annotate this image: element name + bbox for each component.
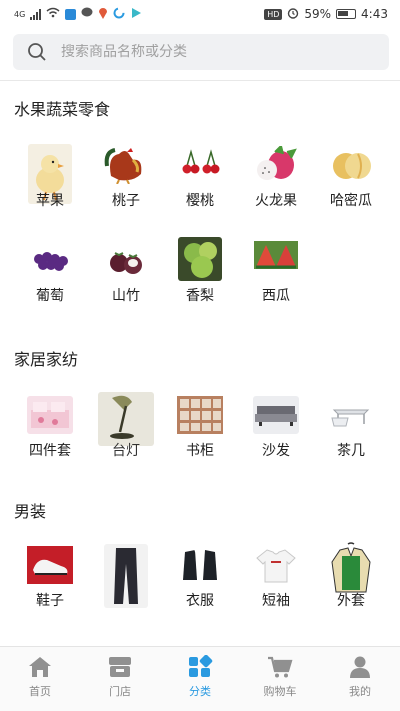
category-label: 裤子: [88, 590, 164, 610]
tab-label: 首页: [29, 685, 51, 698]
section-title-home: 家居家纺: [14, 350, 79, 369]
cart-icon: [268, 656, 293, 678]
category-label: 葡萄: [36, 288, 64, 304]
status-left: 4G: [14, 7, 142, 22]
category-label: 香梨: [186, 288, 214, 304]
category-item[interactable]: 哈密瓜: [313, 146, 389, 226]
tab-label: 我的: [349, 685, 371, 698]
message-icon: [81, 7, 93, 21]
mangosteen-image: [103, 241, 149, 279]
category-item[interactable]: 衣服: [162, 546, 238, 626]
category-item[interactable]: 苹果: [12, 144, 88, 226]
category-label: 桃子: [112, 193, 140, 209]
bedding-image: [27, 396, 73, 434]
tab-label: 门店: [109, 685, 131, 698]
grape-image: [27, 241, 73, 279]
category-item[interactable]: 西瓜: [238, 241, 314, 321]
suit-image: [177, 546, 223, 584]
watermelon-image: [254, 241, 298, 269]
clock: 4:43: [361, 7, 388, 21]
section-title-fruits: 水果蔬菜零食: [14, 100, 111, 119]
category-label: 书柜: [186, 443, 214, 459]
category-item[interactable]: 桃子: [88, 146, 164, 226]
category-item[interactable]: 短袖: [238, 546, 314, 626]
network-label: 4G: [14, 9, 26, 19]
bottom-tab-bar: 首页 门店 分类 购物车 我的: [0, 646, 400, 711]
category-item[interactable]: 书柜: [162, 396, 238, 476]
tab-cart[interactable]: 购物车: [240, 647, 320, 711]
category-label: 台灯: [112, 443, 140, 459]
category-item[interactable]: 山竹: [88, 241, 164, 321]
tab-label: 分类: [189, 685, 211, 698]
app-notification-icon: [65, 8, 77, 20]
lamp-image: [98, 392, 154, 446]
search-bar[interactable]: [13, 34, 389, 70]
category-item[interactable]: 外套: [313, 542, 389, 626]
shoe-image: [27, 546, 73, 584]
melon-image: [328, 146, 374, 184]
category-label: 短袖: [262, 593, 290, 609]
play-icon: [130, 7, 142, 22]
category-list[interactable]: 水果蔬菜零食 苹果 桃子 樱桃 火龙果 哈密瓜 葡萄 山竹 香梨 西瓜 家居家纺…: [0, 81, 400, 646]
profile-icon: [350, 656, 370, 678]
dragonfruit-image: [253, 144, 299, 184]
category-label: 苹果: [36, 193, 64, 209]
tab-category[interactable]: 分类: [160, 647, 240, 711]
category-item[interactable]: 台灯: [88, 392, 164, 476]
status-bar: 4G HD 59% 4:43: [0, 0, 400, 28]
search-icon: [28, 43, 46, 61]
bookcase-image: [177, 396, 223, 434]
alarm-icon: [287, 7, 299, 22]
tab-home[interactable]: 首页: [0, 647, 80, 711]
sofa-image: [253, 396, 299, 434]
category-label: 茶几: [337, 443, 365, 459]
pear-image: [178, 237, 222, 281]
category-label: 山竹: [112, 288, 140, 304]
store-icon: [109, 657, 131, 677]
tab-store[interactable]: 门店: [80, 647, 160, 711]
category-label: 西瓜: [262, 288, 290, 304]
category-item[interactable]: 葡萄: [12, 241, 88, 321]
category-item[interactable]: 茶几: [313, 396, 389, 476]
category-item[interactable]: 火龙果: [238, 144, 314, 226]
section-title-menswear: 男装: [14, 502, 47, 521]
tab-profile[interactable]: 我的: [320, 647, 400, 711]
home-icon: [29, 657, 51, 677]
category-label: 衣服: [186, 593, 214, 609]
battery-icon: [336, 9, 357, 19]
category-item[interactable]: 香梨: [162, 237, 238, 321]
search-input[interactable]: [61, 44, 361, 60]
battery-percent: 59%: [304, 7, 332, 21]
location-icon: [98, 7, 108, 22]
category-item[interactable]: 四件套: [12, 396, 88, 476]
category-label: 四件套: [29, 443, 71, 459]
category-label: 鞋子: [36, 593, 64, 609]
category-label: 外套: [337, 593, 365, 609]
tab-label: 购物车: [263, 685, 297, 698]
category-label: 沙发: [262, 443, 290, 459]
rooster-image: [103, 146, 149, 185]
category-item[interactable]: 鞋子: [12, 546, 88, 626]
wifi-icon: [46, 7, 60, 21]
hd-badge: HD: [264, 8, 283, 20]
tshirt-image: [253, 546, 299, 584]
category-item[interactable]: 裤子: [88, 544, 164, 626]
signal-icon: [30, 8, 42, 20]
category-label: 樱桃: [186, 193, 214, 209]
category-label: 哈密瓜: [330, 193, 372, 209]
category-item[interactable]: 樱桃: [162, 146, 238, 226]
status-right: HD 59% 4:43: [264, 7, 388, 22]
category-item[interactable]: 沙发: [238, 396, 314, 476]
sync-icon: [113, 7, 125, 22]
category-icon: [189, 655, 213, 677]
tea-table-image: [328, 396, 374, 434]
category-label: 火龙果: [255, 193, 297, 209]
cherry-image: [177, 146, 223, 184]
